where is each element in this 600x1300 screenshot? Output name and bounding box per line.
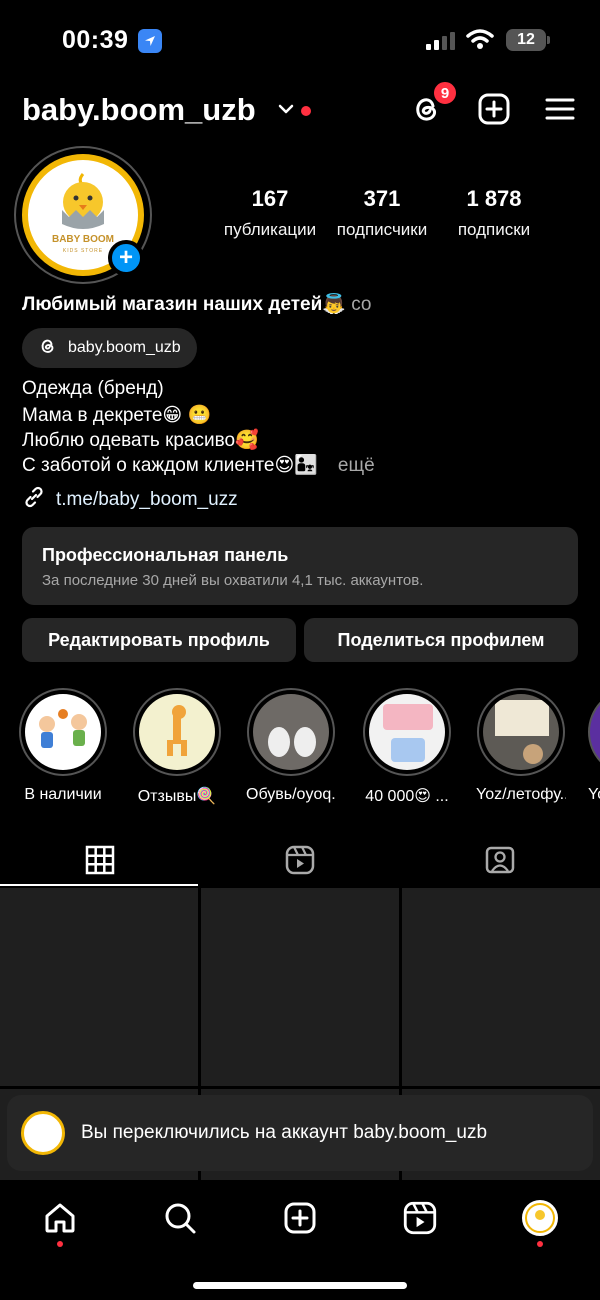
stat-value: 167: [251, 186, 289, 211]
nav-profile[interactable]: [520, 1199, 560, 1242]
home-icon: [43, 1201, 77, 1240]
story-highlight[interactable]: 40 000😍 ...: [362, 688, 452, 806]
tab-tagged[interactable]: [400, 838, 600, 886]
highlight-ring: [133, 688, 221, 776]
stat-following[interactable]: 1 878 подписки: [444, 186, 544, 240]
bio-line-text: С заботой о каждом клиенте😍👨‍👧: [22, 455, 318, 476]
unread-dot: [301, 106, 311, 116]
tab-posts-grid[interactable]: [0, 838, 200, 886]
story-highlight[interactable]: Обувь/oyoq...: [246, 688, 336, 804]
threads-profile-chip[interactable]: baby.boom_uzb: [22, 328, 197, 368]
toast-avatar: [21, 1111, 65, 1155]
cellular-signal-icon: [426, 32, 455, 50]
active-tab-indicator: [0, 884, 198, 886]
highlight-ring: [477, 688, 565, 776]
reels-icon: [403, 1201, 437, 1240]
location-arrow-icon: [138, 29, 162, 53]
post-thumbnail[interactable]: [402, 888, 600, 1086]
tab-reels[interactable]: [200, 838, 400, 886]
hamburger-menu-icon[interactable]: [543, 92, 577, 126]
highlight-label: Yoz/летофу...: [476, 786, 566, 803]
stat-value: 1 878: [466, 186, 522, 211]
highlight-ring: [363, 688, 451, 776]
wifi-icon: [466, 28, 494, 55]
add-story-button[interactable]: +: [108, 240, 144, 276]
nav-reels[interactable]: [400, 1200, 440, 1240]
profile-unread-dot: [537, 1241, 543, 1247]
story-highlight[interactable]: Отзывы🍭: [132, 688, 222, 806]
bio-line: Люблю одевать красиво🥰: [22, 430, 259, 451]
status-bar: 00:39 12: [0, 0, 600, 82]
home-unread-dot: [57, 1241, 63, 1247]
highlight-label: Обувь/oyoq...: [246, 786, 336, 803]
tagged-icon: [485, 845, 515, 880]
toast-text: Вы переключились на аккаунт baby.boom_uz…: [81, 1122, 488, 1143]
search-icon: [163, 1201, 197, 1240]
share-profile-button[interactable]: Поделиться профилем: [304, 618, 578, 662]
link-icon: [22, 485, 46, 515]
nav-create[interactable]: [280, 1200, 320, 1240]
stat-value: 371: [363, 186, 401, 211]
profile-name-text: Любимый магазин наших детей👼: [22, 294, 346, 315]
plus-square-icon[interactable]: [477, 92, 511, 126]
bio-link-text: t.me/baby_boom_uzz: [56, 489, 238, 510]
profile-name: Любимый магазин наших детей👼 со: [22, 292, 371, 316]
highlight-cover: [25, 694, 101, 770]
plus-square-icon: [283, 1201, 317, 1240]
chevron-down-icon[interactable]: [278, 102, 294, 120]
post-thumbnail[interactable]: [0, 888, 198, 1086]
pro-panel-title: Профессиональная панель: [42, 545, 289, 565]
highlight-label: 40 000😍 ...: [365, 788, 449, 805]
pro-panel-subtitle: За последние 30 дней вы охватили 4,1 тыс…: [42, 572, 424, 589]
highlight-label: В наличии: [24, 786, 102, 803]
grid-icon: [85, 845, 115, 880]
stat-followers[interactable]: 371 подписчики: [330, 186, 434, 240]
highlight-ring: [19, 688, 107, 776]
stat-label: публикации: [223, 220, 317, 239]
bio-line-last: С заботой о каждом клиенте😍👨‍👧 ещё: [22, 453, 375, 477]
nav-search[interactable]: [160, 1200, 200, 1240]
stat-label: подписки: [457, 220, 531, 239]
story-highlight[interactable]: В наличии: [18, 688, 108, 804]
account-switched-toast: Вы переключились на аккаунт baby.boom_uz…: [7, 1095, 593, 1171]
reels-icon: [285, 845, 315, 880]
highlight-label: Отзывы🍭: [137, 788, 217, 805]
highlight-cover: [253, 694, 329, 770]
threads-handle: baby.boom_uzb: [68, 339, 181, 356]
threads-notification-badge: 9: [432, 80, 458, 106]
highlight-cover: [483, 694, 559, 770]
profile-name-more[interactable]: со: [346, 294, 371, 315]
highlight-ring: [247, 688, 335, 776]
bio-line: Мама в декрете😁 😬: [22, 405, 212, 426]
professional-dashboard[interactable]: Профессиональная панель За последние 30 …: [22, 527, 578, 605]
threads-icon: [38, 336, 58, 361]
battery-indicator: 12: [506, 29, 550, 51]
bio-line: Одежда (бренд): [22, 378, 164, 399]
status-time: 00:39: [62, 26, 129, 54]
stat-label: подписчики: [336, 220, 428, 239]
edit-profile-button[interactable]: Редактировать профиль: [22, 618, 296, 662]
highlight-label: Yo: [588, 786, 600, 803]
home-indicator[interactable]: [193, 1282, 407, 1289]
profile-avatar-icon: [521, 1199, 559, 1242]
highlight-cover: [369, 694, 445, 770]
bio-link[interactable]: t.me/baby_boom_uzz: [22, 485, 238, 515]
nav-home[interactable]: [40, 1200, 80, 1240]
post-thumbnail[interactable]: [201, 888, 399, 1086]
profile-header: baby.boom_uzb 9: [0, 80, 600, 136]
stat-posts[interactable]: 167 публикации: [220, 186, 320, 240]
account-switcher[interactable]: baby.boom_uzb: [22, 92, 256, 128]
story-highlight[interactable]: Yo: [588, 688, 600, 804]
story-highlight[interactable]: Yoz/летофу...: [476, 688, 566, 804]
bio-more-link[interactable]: ещё: [338, 455, 375, 476]
highlight-cover: [139, 694, 215, 770]
